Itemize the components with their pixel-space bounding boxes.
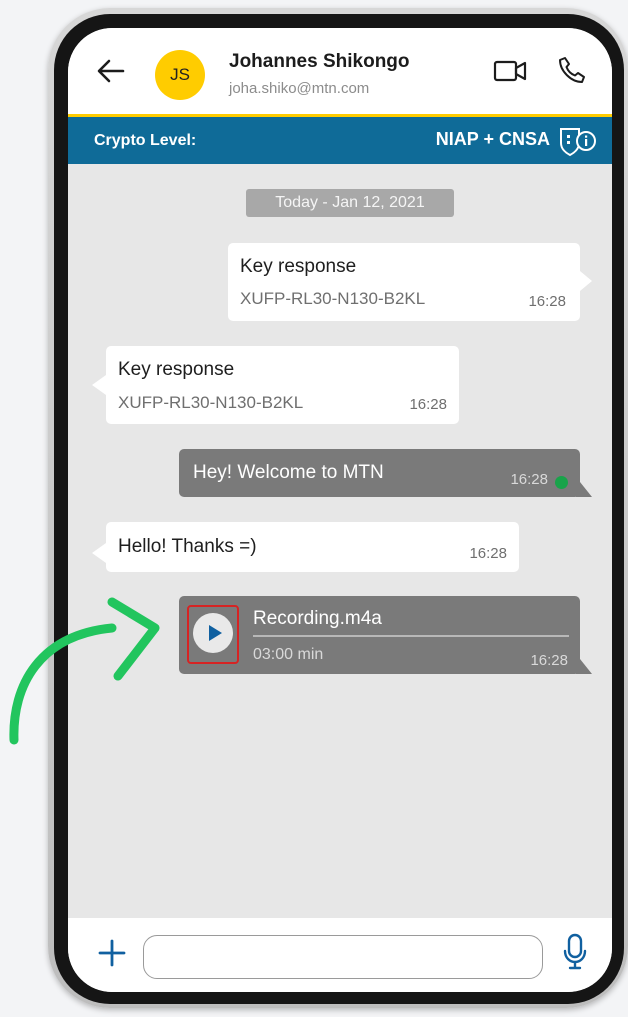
play-icon — [209, 625, 222, 641]
bubble-tail — [92, 543, 106, 563]
message-title: Key response — [240, 256, 357, 277]
message-title: Key response — [118, 359, 235, 380]
message-bubble-outgoing[interactable]: Key response XUFP-RL30-N130-B2KL 16:28 — [228, 243, 580, 321]
message-time: 16:28 — [469, 545, 507, 562]
crypto-level-bar: Crypto Level: NIAP + CNSA — [68, 117, 612, 164]
bubble-tail — [576, 477, 592, 497]
message-bubble-incoming[interactable]: Hello! Thanks =) 16:28 — [106, 522, 519, 572]
crypto-level-label: Crypto Level: — [94, 132, 197, 149]
delivered-check-icon — [555, 476, 568, 489]
bubble-tail — [580, 271, 592, 291]
shield-info-icon[interactable] — [558, 125, 598, 157]
message-bubble-outgoing[interactable]: Hey! Welcome to MTN 16:28 — [179, 449, 580, 497]
audio-file-name: Recording.m4a — [253, 608, 382, 629]
audio-progress-bar[interactable] — [253, 635, 569, 637]
video-call-icon[interactable] — [492, 56, 528, 86]
bubble-tail — [92, 375, 106, 395]
message-time: 16:28 — [528, 293, 566, 310]
crypto-level-value: NIAP + CNSA — [435, 129, 550, 149]
message-time: 16:28 — [530, 652, 568, 669]
avatar[interactable]: JS — [155, 50, 205, 100]
play-button-highlight[interactable] — [187, 605, 239, 664]
message-text: Hello! Thanks =) — [118, 536, 257, 557]
chat-header: JS Johannes Shikongo joha.shiko@mtn.com — [68, 28, 612, 114]
plus-icon[interactable] — [94, 935, 130, 971]
chat-screen: JS Johannes Shikongo joha.shiko@mtn.com … — [68, 28, 612, 992]
annotation-arrow-icon — [9, 597, 160, 745]
message-time: 16:28 — [409, 396, 447, 413]
message-bubble-incoming[interactable]: Key response XUFP-RL30-N130-B2KL 16:28 — [106, 346, 459, 424]
back-arrow-icon[interactable] — [94, 54, 128, 88]
message-time: 16:28 — [510, 471, 548, 488]
message-key: XUFP-RL30-N130-B2KL — [240, 289, 426, 308]
microphone-icon[interactable] — [562, 932, 588, 972]
message-text: Hey! Welcome to MTN — [193, 462, 384, 483]
play-button[interactable] — [193, 613, 233, 653]
audio-duration: 03:00 min — [253, 646, 324, 663]
phone-call-icon[interactable] — [556, 54, 588, 86]
message-key: XUFP-RL30-N130-B2KL — [118, 393, 304, 412]
audio-message-bubble[interactable]: Recording.m4a 03:00 min 16:28 — [179, 596, 580, 674]
composer-bar — [68, 918, 612, 992]
message-input[interactable] — [143, 935, 543, 979]
contact-email: joha.shiko@mtn.com — [229, 80, 370, 97]
bubble-tail — [576, 654, 592, 674]
contact-name[interactable]: Johannes Shikongo — [229, 51, 410, 73]
date-separator: Today - Jan 12, 2021 — [246, 189, 454, 217]
